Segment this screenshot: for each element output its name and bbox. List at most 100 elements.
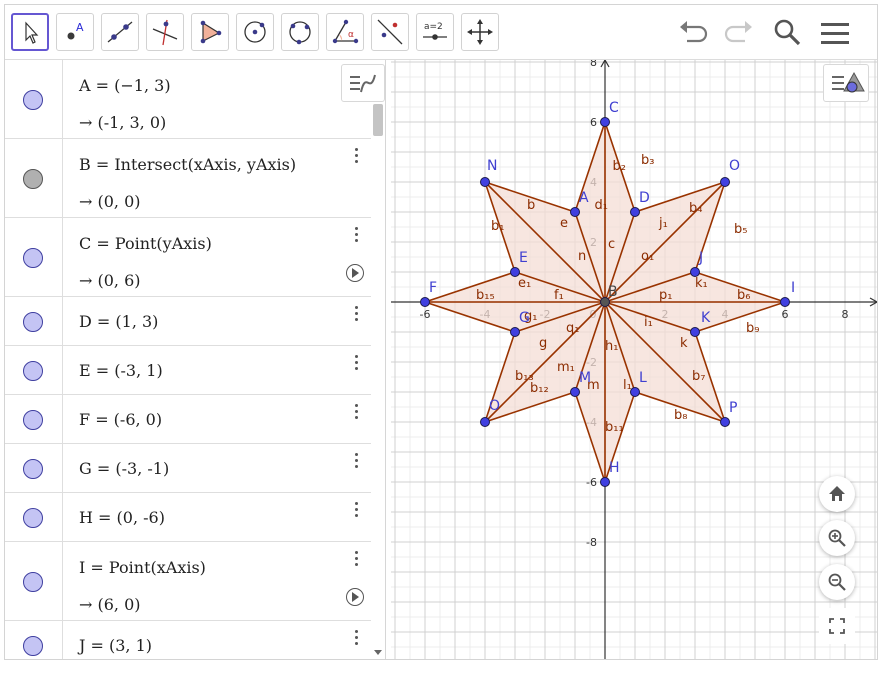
circle-three-points-icon (289, 21, 311, 45)
undo-button[interactable] (675, 15, 711, 51)
algebra-scrollbar[interactable] (373, 104, 383, 136)
visibility-cell (5, 346, 63, 394)
point-f[interactable] (420, 297, 430, 307)
point-o[interactable] (720, 177, 730, 187)
row-menu-icon[interactable] (352, 629, 362, 649)
algebra-row[interactable]: B = Intersect(xAxis, yAxis) → (0, 0) (5, 139, 371, 218)
search-button[interactable] (769, 15, 805, 51)
perpendicular-line-icon (152, 19, 178, 46)
graphics-view[interactable]: -6-4-2024688642-2-4-6-8b₃b₂d₁beb₁b₄j₁b₅c… (391, 60, 877, 659)
visibility-toggle[interactable] (23, 311, 43, 332)
row-menu-icon[interactable] (352, 354, 362, 374)
visibility-toggle[interactable] (23, 635, 43, 656)
definition-text[interactable]: I = Point(xAxis) (79, 558, 206, 577)
algebra-row[interactable]: C = Point(yAxis) → (0, 6) (5, 218, 371, 297)
algebra-row[interactable]: F = (-6, 0) (5, 395, 371, 444)
row-menu-icon[interactable] (352, 452, 362, 472)
row-menu-icon[interactable] (352, 403, 362, 423)
row-menu-icon[interactable] (352, 305, 362, 325)
angle-tool-button[interactable]: α (326, 13, 364, 51)
visibility-toggle[interactable] (23, 247, 43, 268)
visibility-cell (5, 621, 63, 659)
menu-icon (821, 23, 849, 44)
segment-label: b (527, 198, 535, 213)
algebra-row[interactable]: G = (-3, -1) (5, 444, 371, 493)
point-l[interactable] (630, 387, 640, 397)
play-animation-icon[interactable] (346, 588, 364, 606)
visibility-cell (5, 542, 63, 620)
definition-text[interactable]: F = (-6, 0) (79, 410, 162, 429)
segment-label: e (560, 216, 568, 231)
circle-tool-button[interactable] (236, 13, 274, 51)
point-label: O (489, 398, 500, 414)
definition-text[interactable]: A = (−1, 3) (79, 76, 171, 95)
point-m[interactable] (570, 387, 580, 397)
redo-button[interactable] (721, 15, 757, 51)
definition-text[interactable]: G = (-3, -1) (79, 459, 169, 478)
algebra-row[interactable]: E = (-3, 1) (5, 346, 371, 395)
algebra-row[interactable]: J = (3, 1) (5, 621, 371, 659)
point-label: I (791, 280, 795, 296)
point-o[interactable] (480, 417, 490, 427)
definition-text[interactable]: E = (-3, 1) (79, 361, 163, 380)
point-c[interactable] (600, 117, 610, 127)
value-text: → (0, 6) (79, 271, 141, 290)
home-button[interactable] (819, 476, 855, 512)
move-tool-button[interactable] (11, 13, 49, 51)
reflect-tool-button[interactable] (371, 13, 409, 51)
point-k[interactable] (690, 327, 700, 337)
zoom-out-button[interactable] (819, 564, 855, 600)
visibility-toggle[interactable] (23, 458, 43, 479)
circle-three-points-tool-button[interactable] (281, 13, 319, 51)
definition-text[interactable]: D = (1, 3) (79, 312, 158, 331)
point-tool-button[interactable]: A (56, 13, 94, 51)
segment-label: b₃ (641, 153, 654, 168)
zoom-in-button[interactable] (819, 520, 855, 556)
slider-tool-button[interactable]: a=2 (416, 13, 454, 51)
fullscreen-button[interactable] (819, 608, 855, 644)
graphics-style-bar-button[interactable] (823, 64, 869, 102)
line-tool-button[interactable] (101, 13, 139, 51)
algebra-row[interactable]: I = Point(xAxis) → (6, 0) (5, 542, 371, 621)
point-d[interactable] (630, 207, 640, 217)
scroll-down-arrow-icon[interactable] (374, 650, 382, 655)
visibility-toggle[interactable] (23, 507, 43, 528)
play-animation-icon[interactable] (346, 264, 364, 282)
point-a[interactable] (570, 207, 580, 217)
algebra-style-bar-button[interactable] (341, 64, 385, 102)
visibility-toggle[interactable] (23, 409, 43, 430)
visibility-toggle[interactable] (23, 89, 43, 110)
row-menu-icon[interactable] (352, 550, 362, 570)
graphics-canvas[interactable]: -6-4-2024688642-2-4-6-8b₃b₂d₁beb₁b₄j₁b₅c… (391, 60, 877, 659)
algebra-row[interactable]: H = (0, -6) (5, 493, 371, 542)
algebra-row[interactable]: A = (−1, 3) → (-1, 3, 0) (5, 60, 371, 139)
definition-text[interactable]: B = Intersect(xAxis, yAxis) (79, 155, 296, 174)
visibility-toggle[interactable] (23, 360, 43, 381)
move-graphics-tool-button[interactable] (461, 13, 499, 51)
point-h[interactable] (600, 477, 610, 487)
point-p[interactable] (720, 417, 730, 427)
reflect-about-line-icon (377, 19, 403, 45)
point-g[interactable] (510, 327, 520, 337)
algebra-row[interactable]: D = (1, 3) (5, 297, 371, 346)
point-label: C (609, 100, 619, 116)
point-e[interactable] (510, 267, 520, 277)
main-menu-button[interactable] (817, 15, 853, 51)
move-graphics-view-icon (467, 19, 493, 45)
point-i[interactable] (780, 297, 790, 307)
row-menu-icon[interactable] (352, 147, 362, 167)
visibility-toggle[interactable] (23, 571, 43, 592)
segment-label: e₁ (518, 276, 531, 291)
y-tick-label: 6 (590, 116, 597, 129)
point-label: A (579, 190, 589, 206)
row-menu-icon[interactable] (352, 226, 362, 246)
visibility-toggle[interactable] (23, 168, 43, 189)
definition-text[interactable]: J = (3, 1) (79, 636, 152, 655)
definition-text[interactable]: H = (0, -6) (79, 508, 165, 527)
row-menu-icon[interactable] (352, 501, 362, 521)
perpendicular-tool-button[interactable] (146, 13, 184, 51)
point-j[interactable] (690, 267, 700, 277)
definition-text[interactable]: C = Point(yAxis) (79, 234, 212, 253)
polygon-tool-button[interactable] (191, 13, 229, 51)
point-n[interactable] (480, 177, 490, 187)
